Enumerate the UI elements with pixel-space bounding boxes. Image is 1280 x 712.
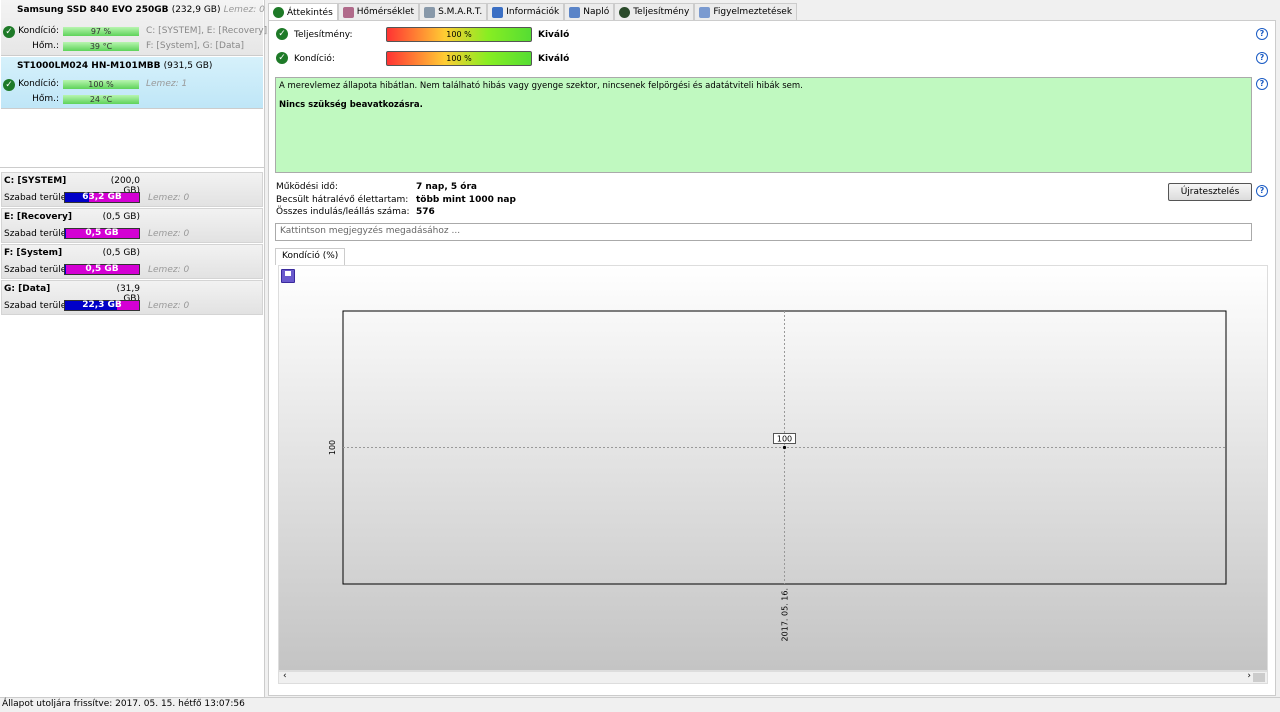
condition-label: Kondíció: bbox=[294, 54, 335, 64]
stat-label: Becsült hátralévő élettartam: bbox=[276, 195, 409, 205]
disk-item-0[interactable]: Samsung SSD 840 EVO 250GB (232,9 GB) Lem… bbox=[1, 0, 270, 56]
message-recommendation: Nincs szükség beavatkozásra. bbox=[279, 100, 423, 110]
tab-label: S.M.A.R.T. bbox=[438, 7, 483, 17]
log-icon bbox=[569, 6, 581, 18]
volume-name: C: [SYSTEM] bbox=[4, 176, 67, 186]
tab-smart[interactable]: S.M.A.R.T. bbox=[419, 3, 488, 20]
stat-label: Összes indulás/leállás száma: bbox=[276, 207, 410, 217]
thermometer-icon bbox=[342, 6, 354, 18]
tab-condition-chart[interactable]: Kondíció (%) bbox=[275, 248, 346, 265]
volume-name: E: [Recovery] bbox=[4, 212, 72, 222]
disk-label: Lemez: 0 bbox=[148, 229, 190, 239]
condition-chart: 100 2017. 05. 16. 100 bbox=[278, 265, 1268, 671]
temp-label: Hőm.: bbox=[32, 41, 59, 51]
disk-label: Lemez: 1 bbox=[146, 79, 188, 89]
alerts-icon bbox=[699, 6, 711, 18]
disk-size: (232,9 GB) bbox=[171, 5, 221, 15]
scroll-left-icon[interactable]: ‹ bbox=[283, 671, 287, 681]
free-space-bar: 22,3 GB bbox=[64, 300, 140, 311]
disk-label: Lemez: 0 bbox=[223, 5, 265, 15]
check-icon: ✓ bbox=[276, 28, 288, 40]
divider bbox=[0, 167, 264, 168]
volume-size: (0,5 GB) bbox=[102, 248, 140, 258]
tab-label: Figyelmeztetések bbox=[713, 7, 793, 17]
help-icon[interactable]: ? bbox=[1256, 52, 1268, 64]
help-icon[interactable]: ? bbox=[1256, 28, 1268, 40]
chart-svg: 100 2017. 05. 16. 100 bbox=[328, 310, 1227, 641]
status-message: A merevlemez állapota hibátlan. Nem talá… bbox=[275, 77, 1252, 173]
retest-button[interactable]: Újratesztelés bbox=[1168, 183, 1252, 201]
data-label: 100 bbox=[777, 435, 792, 444]
performance-icon bbox=[619, 6, 631, 18]
scroll-right-icon[interactable]: › bbox=[1247, 671, 1251, 681]
temp-label: Hőm.: bbox=[32, 94, 59, 104]
info-icon bbox=[492, 6, 504, 18]
free-space-label: Szabad terület bbox=[4, 229, 70, 239]
x-tick-label: 2017. 05. 16. bbox=[781, 588, 790, 641]
disk-label: Lemez: 0 bbox=[148, 301, 190, 311]
condition-bar: 100 % bbox=[386, 51, 532, 66]
tab-bar: Áttekintés Hőmérséklet S.M.A.R.T. Informáci… bbox=[268, 3, 798, 21]
help-icon[interactable]: ? bbox=[1256, 185, 1268, 197]
tab-alerts[interactable]: Figyelmeztetések bbox=[694, 3, 798, 20]
volume-item[interactable]: C: [SYSTEM] (200,0 GB) Szabad terület 63… bbox=[1, 172, 263, 207]
disk-item-1[interactable]: ST1000LM024 HN-M101MBB (931,5 GB) ✓ Kond… bbox=[1, 57, 263, 109]
status-bar: Állapot utoljára frissítve: 2017. 05. 15… bbox=[0, 697, 1280, 712]
tab-check[interactable]: Áttekintés bbox=[268, 3, 338, 21]
tab-label: Teljesítmény bbox=[633, 7, 690, 17]
data-point bbox=[782, 445, 787, 450]
disk-size: (931,5 GB) bbox=[163, 61, 213, 71]
help-icon[interactable]: ? bbox=[1256, 78, 1268, 90]
free-space-bar: 63,2 GB bbox=[64, 192, 140, 203]
condition-rating: Kiváló bbox=[538, 54, 570, 64]
disk-name: Samsung SSD 840 EVO 250GB bbox=[17, 5, 169, 15]
tab-label: Áttekintés bbox=[287, 7, 333, 18]
stat-value: több mint 1000 nap bbox=[416, 195, 516, 205]
tab-performance[interactable]: Teljesítmény bbox=[614, 3, 695, 20]
check-icon: ✓ bbox=[276, 52, 288, 64]
check-icon bbox=[273, 7, 284, 18]
performance-rating: Kiváló bbox=[538, 30, 570, 40]
stat-value: 576 bbox=[416, 207, 435, 217]
scroll-thumb[interactable] bbox=[1253, 673, 1265, 682]
horizontal-scrollbar[interactable]: ‹ › bbox=[278, 671, 1268, 684]
temp-bar: 39 °C bbox=[63, 42, 139, 51]
condition-label: Kondíció: bbox=[18, 26, 59, 36]
volume-item[interactable]: G: [Data] (31,9 GB) Szabad terület 22,3 … bbox=[1, 280, 263, 315]
free-space-label: Szabad terület bbox=[4, 193, 70, 203]
note-input[interactable]: Kattintson megjegyzés megadásához ... bbox=[275, 223, 1252, 241]
disk-label: Lemez: 0 bbox=[148, 265, 190, 275]
partitions: F: [System], G: [Data] bbox=[146, 41, 245, 51]
volume-name: F: [System] bbox=[4, 248, 63, 258]
free-space-bar: 0,5 GB bbox=[64, 228, 140, 239]
stat-value: 7 nap, 5 óra bbox=[416, 182, 477, 192]
volume-size: (0,5 GB) bbox=[102, 212, 140, 222]
smart-icon bbox=[424, 6, 436, 18]
message-text: A merevlemez állapota hibátlan. Nem talá… bbox=[279, 81, 803, 91]
free-space-label: Szabad terület bbox=[4, 265, 70, 275]
disk-list-panel: Samsung SSD 840 EVO 250GB (232,9 GB) Lem… bbox=[0, 0, 270, 697]
tab-label: Információk bbox=[506, 7, 560, 17]
y-tick-label: 100 bbox=[328, 440, 337, 455]
volume-name: G: [Data] bbox=[4, 284, 51, 294]
temp-bar: 24 °C bbox=[63, 95, 139, 104]
free-space-label: Szabad terület bbox=[4, 301, 70, 311]
volume-item[interactable]: F: [System] (0,5 GB) Szabad terület 0,5 … bbox=[1, 244, 263, 279]
condition-label: Kondíció: bbox=[18, 79, 59, 89]
tab-log[interactable]: Napló bbox=[564, 3, 615, 20]
tab-info[interactable]: Információk bbox=[487, 3, 565, 20]
disk-label: Lemez: 0 bbox=[148, 193, 190, 203]
stat-label: Működési idő: bbox=[276, 182, 338, 192]
tab-label: Hőmérséklet bbox=[356, 7, 415, 17]
volume-item[interactable]: E: [Recovery] (0,5 GB) Szabad terület 0,… bbox=[1, 208, 263, 243]
free-space-bar: 0,5 GB bbox=[64, 264, 140, 275]
condition-bar: 100 % bbox=[63, 80, 139, 89]
performance-label: Teljesítmény: bbox=[294, 30, 353, 40]
tab-thermometer[interactable]: Hőmérséklet bbox=[337, 3, 420, 20]
condition-bar: 97 % bbox=[63, 27, 139, 36]
disk-name: ST1000LM024 HN-M101MBB bbox=[17, 61, 161, 71]
partitions: C: [SYSTEM], E: [Recovery], bbox=[146, 26, 270, 36]
tab-label: Napló bbox=[583, 7, 610, 17]
performance-bar: 100 % bbox=[386, 27, 532, 42]
